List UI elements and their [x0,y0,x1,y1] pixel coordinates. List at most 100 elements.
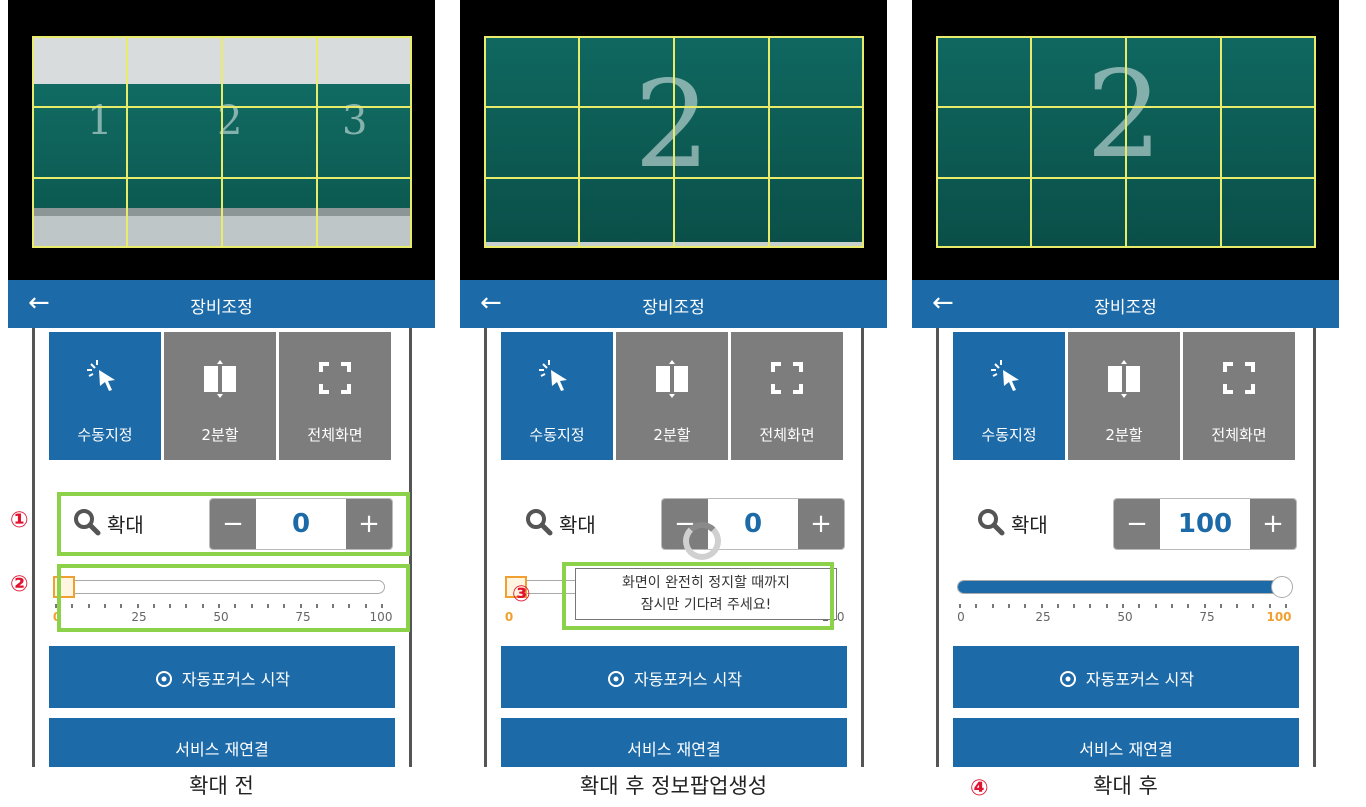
autofocus-label: 자동포커스 시작 [633,670,743,689]
autofocus-label: 자동포커스 시작 [1085,670,1195,689]
mode-manual-button[interactable]: 수동지정 [501,332,613,460]
mode-fullscreen-button[interactable]: 전체화면 [731,332,843,460]
slider-tick-mark [1040,604,1043,608]
slider-tick-mark [1154,604,1157,608]
expand-arrows-icon [319,362,351,394]
mode-manual-button[interactable]: 수동지정 [49,332,161,460]
mode-split-button[interactable]: 2분할 [616,332,728,460]
zoom-label: 확대 [1011,513,1048,537]
tick-label: 0 [957,610,965,624]
mode-fullscreen-button[interactable]: 전체화면 [1183,332,1295,460]
autofocus-button[interactable]: 자동포커스 시작 [49,646,395,708]
mode-label: 수동지정 [981,426,1037,444]
zoom-plus-button[interactable]: + [1250,499,1296,549]
target-icon [607,671,624,687]
slider-tick-mark [959,604,961,608]
zoom-label: 확대 [559,513,596,537]
reconnect-button[interactable]: 서비스 재연결 [49,718,395,767]
zoom-row: 확대 − 0 + [501,494,845,552]
zoom-stepper: − 100 + [1113,498,1297,550]
reconnect-label: 서비스 재연결 [175,740,269,759]
app-header: ← 장비조정 [912,280,1339,328]
panel-popup: 2 ← 장비조정 수동지정 2분할 전체화면 확대 − 0 + 0 화면이 완전… [460,0,887,767]
highlight-zoom-slider [57,564,410,632]
panel-caption: 확대 후 [1093,774,1158,798]
guide-grid [484,36,864,248]
tick-label: 75 [1199,610,1215,624]
magnifier-icon [526,509,553,536]
zoom-value: 100 [1177,509,1233,539]
highlight-zoom-stepper [57,492,410,556]
camera-preview: 1 2 3 [8,0,435,280]
slider-tick-mark [1203,604,1206,608]
zoom-minus-button[interactable]: − [1114,499,1160,549]
mode-label: 전체화면 [1211,426,1267,444]
cursor-sparkle-icon [991,360,1019,391]
camera-preview: 2 [912,0,1339,280]
magnifier-icon [978,509,1005,536]
page-title: 장비조정 [1094,298,1157,318]
panel-caption: 확대 후 정보팝업생성 [579,774,768,798]
slider-tick-mark [1268,604,1271,608]
slider-tick-mark [1187,604,1190,608]
cursor-sparkle-icon [87,360,115,391]
slider-tick-mark [1252,604,1255,608]
cursor-sparkle-icon [539,360,567,391]
autofocus-button[interactable]: 자동포커스 시작 [953,646,1299,708]
guide-grid [936,36,1316,248]
mode-label: 수동지정 [529,426,585,444]
control-screen: 수동지정 2분할 전체화면 확대 [936,328,1316,767]
panel-before-zoom: 1 2 3 ← 장비조정 수동지정 2분할 전체화면 확대 − 0 + 0 25… [8,0,435,767]
expand-arrows-icon [1223,362,1255,394]
slider-tick-mark [1285,604,1287,608]
slider-tick-mark [1105,604,1108,608]
mode-selector: 수동지정 2분할 전체화면 [953,332,1295,460]
slider-tick-mark [1073,604,1076,608]
annotation-badge: ① [10,508,29,533]
tick-label: 50 [1117,610,1133,624]
panel-after-zoom: 2 ← 장비조정 수동지정 2분할 전체화면 확대 − 100 + 0 25 5… [912,0,1339,767]
mode-split-button[interactable]: 2분할 [164,332,276,460]
slider-track[interactable] [957,580,1289,594]
tick-label: 0 [504,610,514,624]
reconnect-button[interactable]: 서비스 재연결 [953,718,1299,767]
highlight-popup [562,562,834,630]
split-book-icon [656,360,688,398]
reconnect-label: 서비스 재연결 [1079,740,1173,759]
mode-split-button[interactable]: 2분할 [1068,332,1180,460]
zoom-row: 확대 − 100 + [953,494,1297,552]
page-title: 장비조정 [642,298,705,318]
slider-tick-mark [1170,604,1173,608]
mode-label: 수동지정 [77,426,133,444]
split-book-icon [204,360,236,398]
expand-arrows-icon [771,362,803,394]
slider-tick-mark [1089,604,1092,608]
zoom-slider[interactable]: 0 25 50 75 100 [955,576,1293,626]
guide-grid [32,36,412,248]
mode-label: 전체화면 [307,426,363,444]
control-screen: 수동지정 2분할 전체화면 확대 [484,328,864,767]
panel-caption: 확대 전 [189,774,254,798]
zoom-plus-button[interactable]: + [798,499,844,549]
slider-tick-mark [1219,604,1222,608]
mode-fullscreen-button[interactable]: 전체화면 [279,332,391,460]
mode-label: 2분할 [1105,426,1143,444]
mode-label: 2분할 [653,426,691,444]
mode-manual-button[interactable]: 수동지정 [953,332,1065,460]
target-icon [155,671,172,687]
tick-label: 100 [1266,610,1292,624]
page-title: 장비조정 [190,298,253,318]
slider-tick-mark [1236,604,1239,608]
autofocus-button[interactable]: 자동포커스 시작 [501,646,847,708]
reconnect-button[interactable]: 서비스 재연결 [501,718,847,767]
slider-thumb[interactable] [1271,576,1293,598]
app-header: ← 장비조정 [460,280,887,328]
mode-selector: 수동지정 2분할 전체화면 [49,332,391,460]
annotation-badge: ③ [512,582,531,607]
camera-preview: 2 [460,0,887,280]
annotation-badge: ② [10,572,29,597]
blackboard-view: 1 2 3 [32,36,412,248]
app-header: ← 장비조정 [8,280,435,328]
slider-fill [958,581,1288,593]
autofocus-label: 자동포커스 시작 [181,670,291,689]
